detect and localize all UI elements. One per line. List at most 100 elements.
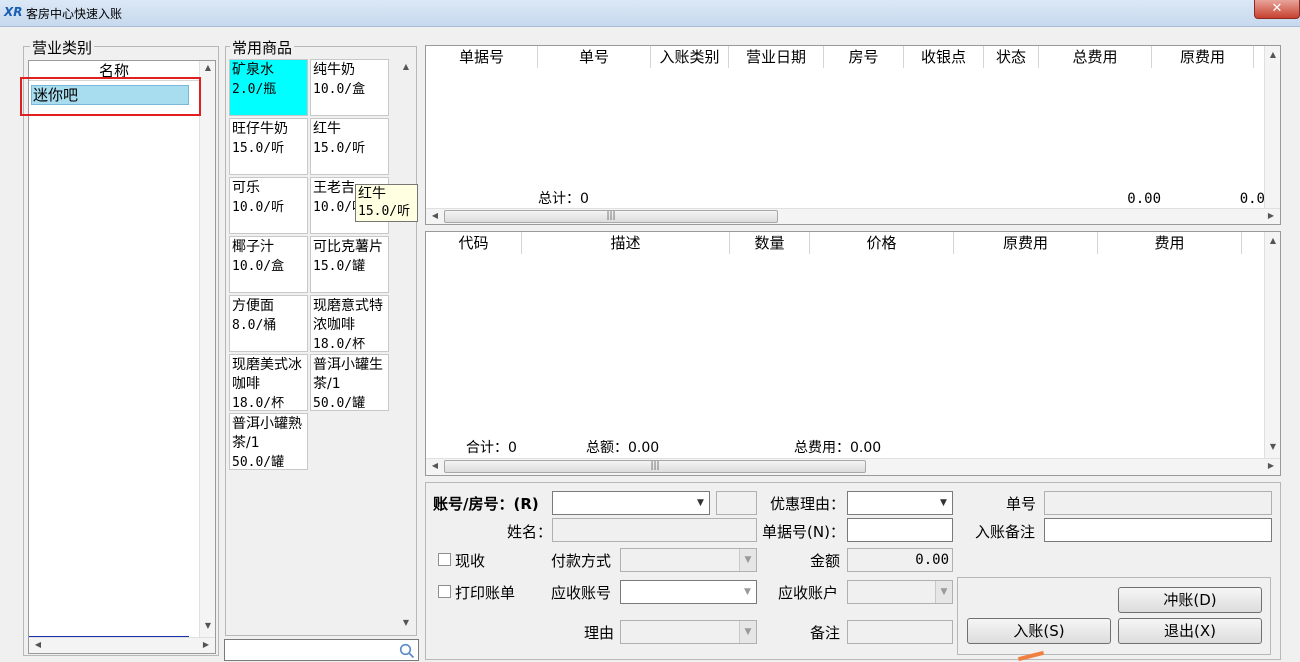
product-tile[interactable]: 纯牛奶 10.0/盒 [310,59,389,116]
items_grid-col-header[interactable]: 描述 [522,232,730,254]
items-hscroll[interactable]: ◀ ||| ▶ [426,458,1280,475]
product-tile[interactable]: 现磨意式特浓咖啡 18.0/杯 [310,295,389,352]
product-price: 2.0/瓶 [232,82,277,97]
items-footer-fee: 总费用：0.00 [794,440,882,456]
print-label: 打印账单 [455,584,516,602]
items_grid-col-header[interactable]: 费用 [1098,232,1242,254]
product-tile[interactable]: 红牛 15.0/听 [310,118,389,175]
bills_grid-col-header[interactable]: 收银点 [904,46,984,68]
items_grid-col-header[interactable]: 原费用 [954,232,1098,254]
tooltip-price: 15.0/听 [358,204,411,219]
product-price: 50.0/罐 [232,455,285,470]
product-price: 8.0/桶 [232,318,277,333]
window-title: 客房中心快速入账 [26,7,123,21]
product-tile[interactable]: 可比克薯片 15.0/罐 [310,236,389,293]
category-new-row[interactable] [29,617,189,637]
account-combo[interactable]: ▼ [552,491,710,515]
product-name: 可比克薯片 [313,239,383,255]
bills-grid[interactable]: 单据号 单号 入账类别 营业日期 房号 收银点 状态 总费用 原费用 总计：0 0.00 0.0… [425,45,1281,225]
cash-checkbox[interactable] [438,553,451,566]
cash-label: 现收 [455,552,486,570]
product-search-input[interactable] [224,639,419,661]
product-price: 50.0/罐 [313,396,366,411]
products-group-title: 常用商品 [230,37,295,58]
pay-method-combo[interactable]: ▼ [620,548,757,572]
name-field [552,518,757,542]
search-icon[interactable] [399,643,415,659]
name-label: 姓名： [507,523,553,541]
pay-method-label: 付款方式 [551,552,612,570]
product-tile[interactable]: 旺仔牛奶 15.0/听 [229,118,308,175]
bills_grid-col-header[interactable]: 入账类别 [651,46,729,68]
reverse-button[interactable]: 冲账(D) [1118,587,1262,613]
product-tile[interactable]: 椰子汁 10.0/盒 [229,236,308,293]
chevron-down-icon[interactable]: ▼ [692,492,709,514]
product-name: 可乐 [232,180,260,196]
product-name: 方便面 [232,298,274,314]
product-price: 15.0/罐 [313,259,366,274]
print-checkbox[interactable] [438,585,451,598]
close-button[interactable]: ✕ [1254,0,1300,19]
items_grid-col-header[interactable]: 代码 [426,232,522,254]
items-hscroll-thumb[interactable]: ||| [444,460,866,473]
items-footer-amount: 总额：0.00 [586,440,660,456]
doc-no-field[interactable] [847,518,953,542]
bills-hscroll-thumb[interactable]: ||| [444,210,778,223]
product-tile[interactable]: 矿泉水 2.0/瓶 [229,59,308,116]
chevron-down-icon[interactable]: ▼ [739,621,756,643]
amount-label: 金额 [810,552,841,570]
bills_grid-col-header[interactable]: 总费用 [1039,46,1152,68]
reason-combo[interactable]: ▼ [620,620,757,644]
chevron-down-icon[interactable]: ▼ [739,581,756,603]
product-name: 普洱小罐生茶/1 [313,357,383,392]
items-footer-count: 合计：0 [466,440,517,456]
product-tile[interactable]: 方便面 8.0/桶 [229,295,308,352]
chevron-down-icon[interactable]: ▼ [935,492,952,514]
recv-user-label: 应收账户 [778,584,839,602]
bill-no-label: 单号 [1006,495,1037,513]
account-extra-field [716,491,757,515]
bills_grid-col-header[interactable]: 原费用 [1152,46,1254,68]
recv-account-combo[interactable]: ▼ [620,580,757,604]
bills_grid-col-header[interactable]: 状态 [984,46,1039,68]
highlight-box [20,77,201,116]
reason-label: 理由 [584,624,615,642]
bills-vscroll[interactable]: ▲ [1264,46,1280,208]
category-group-title: 营业类别 [30,37,95,58]
category-list[interactable]: 名称 迷你吧 ▲ ▼ ◀ ▶ [28,60,216,654]
product-name: 椰子汁 [232,239,274,255]
bills_grid-col-header[interactable]: 房号 [824,46,904,68]
remark-field[interactable] [1044,518,1272,542]
items-footer: 合计：0 总额：0.00 总费用：0.00 [426,438,954,458]
note-label: 备注 [810,624,841,642]
app-logo: XR [4,5,23,19]
product-price: 10.0/听 [232,200,285,215]
product-name: 普洱小罐熟茶/1 [232,416,302,451]
product-tile[interactable]: 现磨美式冰咖啡 18.0/杯 [229,354,308,411]
category-vscroll[interactable]: ▲ ▼ [199,61,215,653]
discount-combo[interactable]: ▼ [847,491,953,515]
products-vscroll[interactable]: ▲ ▼ [398,58,414,634]
items-grid[interactable]: 代码 描述 数量 价格 原费用 费用 合计：0 总额：0.00 总费用：0.00 ▲ ▼ … [425,231,1281,476]
bills-footer-count: 总计：0 [426,189,650,209]
items_grid-col-header[interactable]: 数量 [730,232,810,254]
product-price: 10.0/盒 [313,82,366,97]
bills_grid-col-header[interactable]: 单号 [538,46,651,68]
recv-user-combo[interactable]: ▼ [847,580,953,604]
title-bar: XR 客房中心快速入账 ✕ [0,0,1300,27]
product-tile[interactable]: 普洱小罐熟茶/1 50.0/罐 [229,413,308,470]
exit-button[interactable]: 退出(X) [1118,618,1262,644]
bills_grid-col-header[interactable]: 营业日期 [729,46,824,68]
bills-hscroll[interactable]: ◀ ||| ▶ [426,208,1280,224]
chevron-down-icon[interactable]: ▼ [935,581,952,603]
bill-no-field [1044,491,1272,515]
items-vscroll[interactable]: ▲ ▼ [1264,232,1280,458]
bills_grid-col-header[interactable]: 单据号 [426,46,538,68]
chevron-down-icon[interactable]: ▼ [739,549,756,571]
post-button[interactable]: 入账(S) [967,618,1111,644]
product-name: 现磨美式冰咖啡 [232,357,302,392]
category-hscroll[interactable]: ◀ ▶ [29,637,215,653]
product-tile[interactable]: 普洱小罐生茶/1 50.0/罐 [310,354,389,411]
product-tile[interactable]: 可乐 10.0/听 [229,177,308,234]
items_grid-col-header[interactable]: 价格 [810,232,954,254]
